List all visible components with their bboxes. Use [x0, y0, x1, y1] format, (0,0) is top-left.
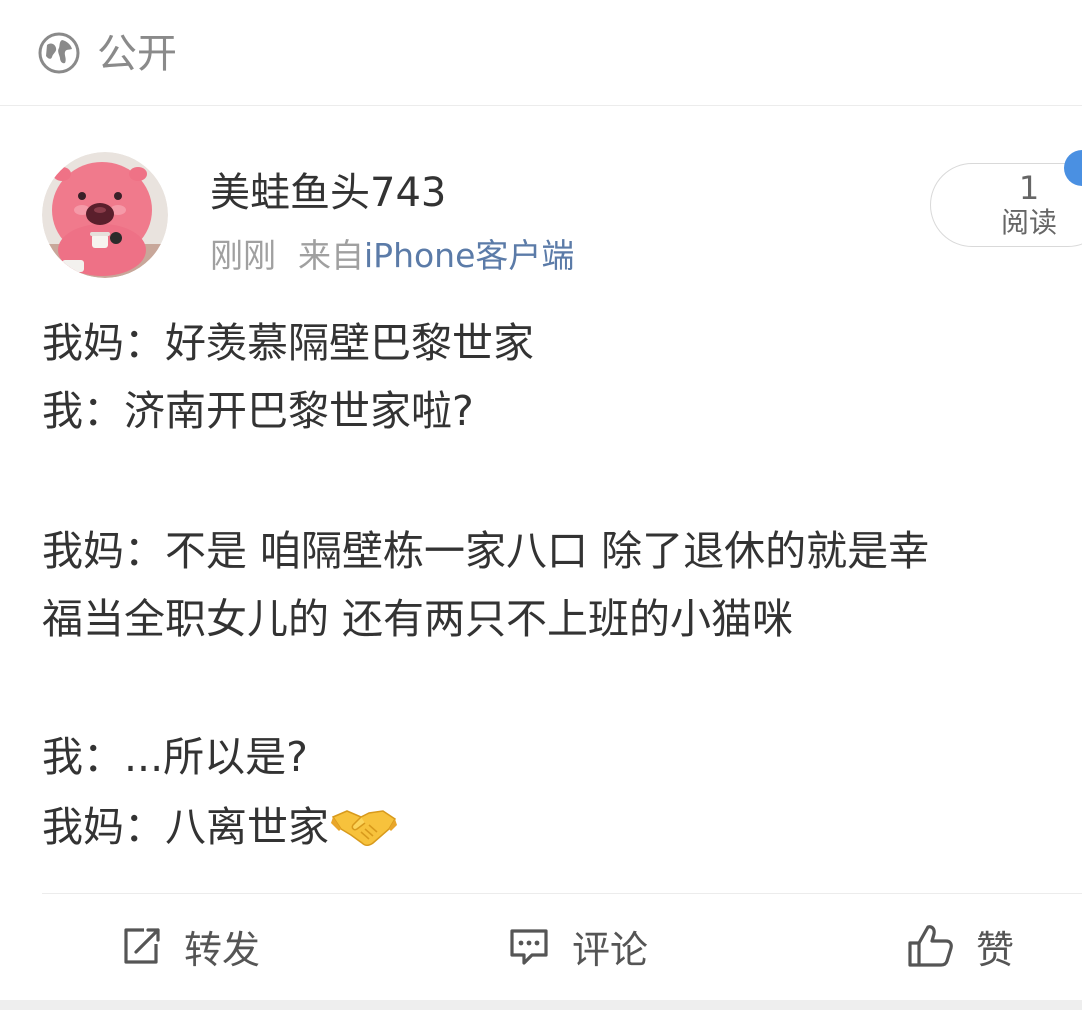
- globe-icon: [38, 32, 80, 74]
- repost-label: 转发: [184, 927, 261, 972]
- post-meta: 刚刚 来自iPhone客户端: [210, 234, 574, 278]
- author-name[interactable]: 美蛙鱼头743: [210, 168, 446, 218]
- bottom-separator: [0, 1000, 1082, 1010]
- source-prefix: 来自: [298, 236, 364, 275]
- visibility-bar[interactable]: 公开: [0, 0, 1082, 106]
- post-time: 刚刚: [210, 236, 276, 275]
- comment-icon: [510, 929, 548, 965]
- avatar[interactable]: [42, 152, 168, 278]
- action-divider: [42, 893, 1082, 894]
- visibility-label: 公开: [97, 31, 177, 77]
- handshake-emoji-icon: [331, 810, 397, 846]
- read-count: 1: [1018, 169, 1040, 207]
- post-line: 我妈：八离世家: [42, 803, 329, 851]
- post-line: 我妈：好羡慕隔壁巴黎世家: [42, 319, 534, 367]
- like-button[interactable]: 赞: [906, 918, 1014, 974]
- read-label: 阅读: [1000, 206, 1057, 239]
- source-device-link[interactable]: iPhone客户端: [364, 236, 574, 275]
- post-line: 我：...所以是?: [42, 733, 308, 781]
- comment-label: 评论: [572, 927, 649, 972]
- like-label: 赞: [976, 927, 1015, 972]
- post-line: 我：济南开巴黎世家啦?: [42, 387, 474, 435]
- thumbs-up-icon: [908, 925, 953, 967]
- post-line-last: 我妈：八离世家: [42, 792, 397, 862]
- comment-button[interactable]: 评论: [508, 918, 648, 974]
- avatar-image: [42, 152, 168, 278]
- post-line: 福当全职女儿的 还有两只不上班的小猫咪: [42, 595, 794, 643]
- post-line: 我妈：不是 咱隔壁栋一家八口 除了退休的就是幸: [42, 527, 930, 575]
- repost-button[interactable]: 转发: [120, 918, 260, 974]
- repost-icon: [124, 928, 160, 964]
